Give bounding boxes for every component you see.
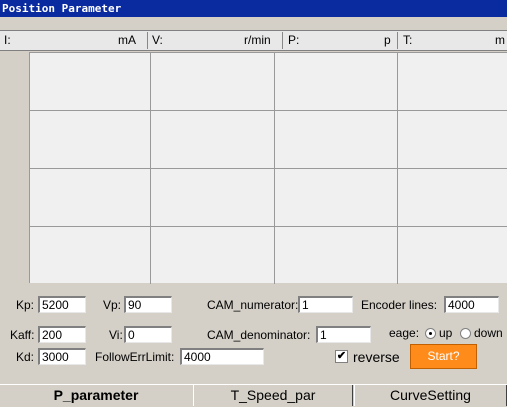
- window-title: Position Parameter: [0, 0, 507, 17]
- start-button[interactable]: Start?: [410, 344, 477, 369]
- tab-p-parameter[interactable]: P_parameter: [0, 385, 192, 406]
- encoder-lines-input[interactable]: 4000: [444, 296, 499, 313]
- tab-curve-setting[interactable]: CurveSetting: [354, 385, 507, 406]
- kp-label: Kp:: [16, 298, 35, 312]
- vi-input[interactable]: 0: [124, 326, 172, 343]
- velocity-unit: r/min: [244, 33, 271, 47]
- cam-numerator-label: CAM_numerator:: [207, 298, 299, 312]
- grid-line: [30, 168, 507, 169]
- position-label: P:: [288, 33, 300, 47]
- status-separator: [282, 32, 283, 49]
- edge-up-radio[interactable]: [425, 328, 436, 339]
- current-label: I:: [4, 33, 11, 47]
- cam-denominator-label: CAM_denominator:: [207, 328, 311, 342]
- vp-label: Vp:: [103, 298, 122, 312]
- edge-up-label: up: [439, 326, 453, 340]
- kd-label: Kd:: [16, 350, 35, 364]
- follow-err-limit-input[interactable]: 4000: [180, 348, 264, 365]
- status-bar: I: mA V: r/min P: p T: m: [0, 30, 507, 51]
- edge-down-radio[interactable]: [460, 328, 471, 339]
- kaff-input[interactable]: 200: [38, 326, 86, 343]
- kd-input[interactable]: 3000: [38, 348, 86, 365]
- current-unit: mA: [118, 33, 136, 47]
- vp-input[interactable]: 90: [124, 296, 172, 313]
- parameter-panel: Kp: 5200 Vp: 90 CAM_numerator: 1 Encoder…: [0, 284, 507, 384]
- grid-line: [30, 110, 507, 111]
- kp-input[interactable]: 5200: [38, 296, 86, 313]
- reverse-label: reverse: [353, 349, 400, 365]
- kaff-label: Kaff:: [10, 328, 35, 342]
- follow-err-limit-label: FollowErrLimit:: [95, 350, 175, 364]
- edge-label: eage:: [389, 326, 420, 340]
- plot-area: [29, 52, 507, 284]
- edge-down-label: down: [474, 326, 503, 340]
- position-unit: p: [384, 33, 391, 47]
- encoder-lines-label: Encoder lines:: [361, 298, 438, 312]
- status-separator: [147, 32, 148, 49]
- cam-denominator-input[interactable]: 1: [316, 326, 371, 343]
- cam-numerator-input[interactable]: 1: [298, 296, 353, 313]
- torque-unit: m: [495, 33, 505, 47]
- tab-t-speed-par[interactable]: T_Speed_par: [193, 385, 353, 406]
- grid-line: [30, 226, 507, 227]
- vi-label: Vi:: [109, 328, 123, 342]
- torque-label: T:: [403, 33, 413, 47]
- velocity-label: V:: [152, 33, 163, 47]
- reverse-checkbox[interactable]: ✔: [335, 350, 348, 363]
- status-separator: [397, 32, 398, 49]
- tab-bar: P_parameter T_Speed_par CurveSetting: [0, 384, 507, 407]
